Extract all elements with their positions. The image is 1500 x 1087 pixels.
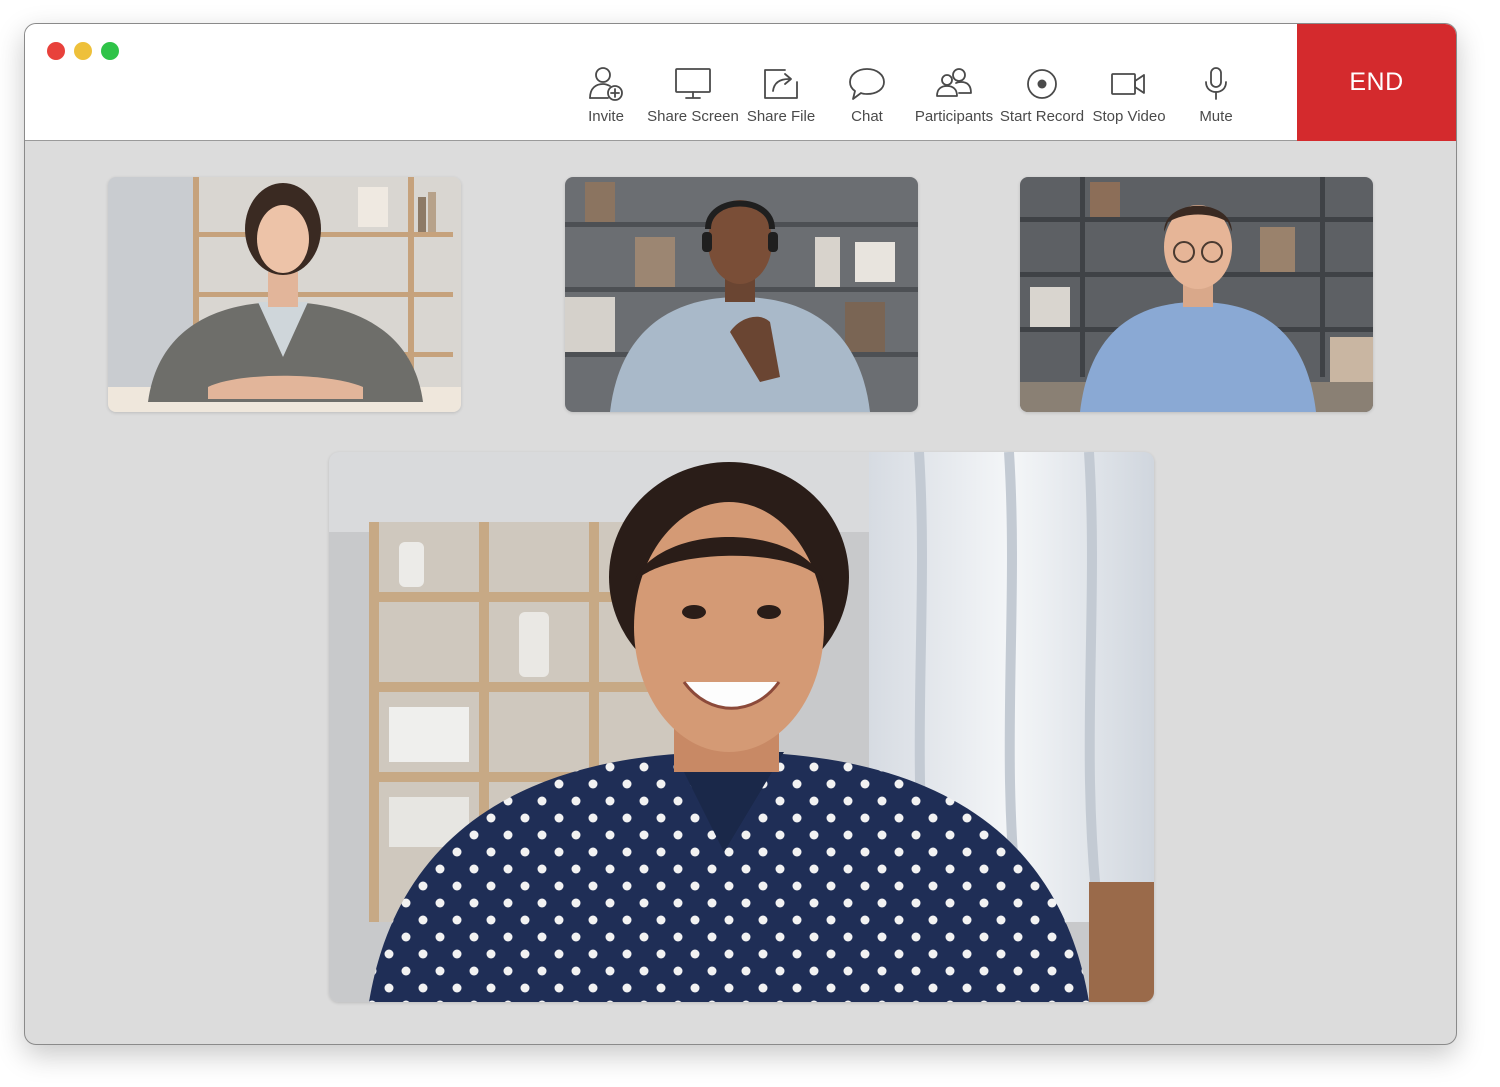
- participant-video: [329, 452, 1154, 1002]
- participant-video: [1020, 177, 1373, 412]
- meeting-window: Invite Share Screen Share File Chat Part…: [24, 23, 1457, 1045]
- mute-button[interactable]: Mute: [1166, 64, 1266, 125]
- share-file-icon: [764, 69, 798, 99]
- share-file-label: Share File: [746, 108, 816, 125]
- participant-video: [565, 177, 918, 412]
- stop-video-button[interactable]: Stop Video: [1079, 64, 1179, 125]
- window-controls: [47, 42, 119, 60]
- maximize-window-button[interactable]: [101, 42, 119, 60]
- participant-video: [108, 177, 461, 412]
- invite-button[interactable]: Invite: [556, 64, 656, 125]
- mute-label: Mute: [1199, 108, 1233, 125]
- chat-bubble-icon: [849, 68, 885, 100]
- end-call-button[interactable]: END: [1297, 24, 1456, 141]
- add-user-icon: [589, 67, 623, 101]
- invite-label: Invite: [588, 108, 624, 125]
- toolbar: Invite Share Screen Share File Chat Part…: [25, 24, 1456, 141]
- video-tile-1[interactable]: [108, 177, 461, 412]
- microphone-icon: [1205, 67, 1227, 100]
- monitor-icon: [675, 68, 711, 99]
- chat-button[interactable]: Chat: [817, 64, 917, 125]
- stop-video-label: Stop Video: [1092, 108, 1166, 125]
- share-file-button[interactable]: Share File: [731, 64, 831, 125]
- share-screen-button[interactable]: Share Screen: [643, 64, 743, 125]
- participants-label: Participants: [914, 108, 994, 125]
- share-screen-label: Share Screen: [647, 108, 739, 125]
- video-camera-icon: [1111, 73, 1145, 95]
- chat-label: Chat: [851, 108, 883, 125]
- start-record-label: Start Record: [999, 108, 1085, 125]
- minimize-window-button[interactable]: [74, 42, 92, 60]
- record-icon: [1027, 69, 1057, 99]
- participants-button[interactable]: Participants: [904, 64, 1004, 125]
- active-speaker-video[interactable]: [329, 452, 1154, 1002]
- start-record-button[interactable]: Start Record: [992, 64, 1092, 125]
- video-tile-2[interactable]: [565, 177, 918, 412]
- video-tile-3[interactable]: [1020, 177, 1373, 412]
- close-window-button[interactable]: [47, 42, 65, 60]
- participants-icon: [936, 68, 972, 97]
